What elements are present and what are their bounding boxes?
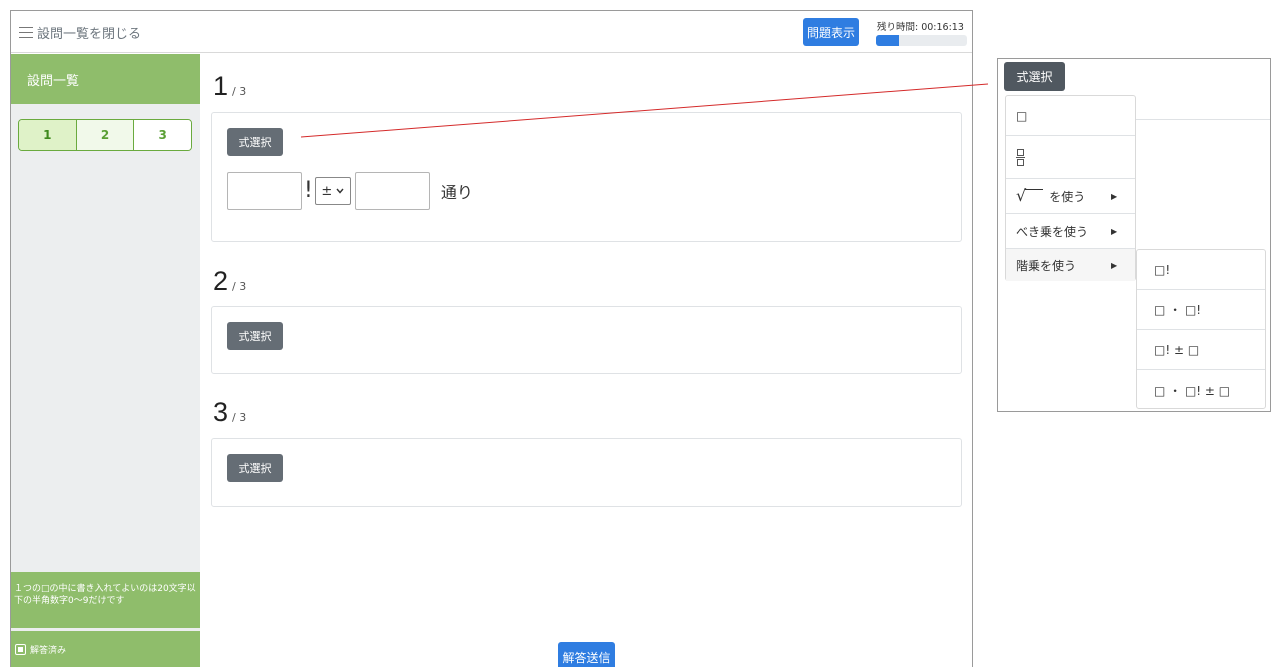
question-list-sidebar: 設問一覧 1 2 3 １つの□の中に書き入れてよいのは20文字以下の半角数字0～…: [11, 54, 200, 667]
form-select-button[interactable]: 式選択: [227, 322, 283, 350]
form-select-zoom-callout: 式選択 □ √ を使う ▶ べき乗を使う ▶ 階乗を使う ▶ □! □ ・ □!…: [997, 58, 1271, 412]
exam-window: 設問一覧を閉じる 問題表示 残り時間: 00:16:13 設問一覧 1 2 3 …: [10, 10, 973, 667]
menu-item-box[interactable]: □: [1006, 96, 1135, 136]
operator-select-value: ±: [321, 183, 333, 199]
menu-item-fraction[interactable]: [1006, 136, 1135, 179]
question-nav-3[interactable]: 3: [134, 120, 191, 150]
caret-right-icon: ▶: [1111, 260, 1118, 270]
factorial-submenu: □! □ ・ □! □! ± □ □ ・ □! ± □: [1136, 249, 1266, 409]
caret-right-icon: ▶: [1111, 191, 1118, 201]
answer-input-2[interactable]: [354, 172, 430, 210]
question-total: / 3: [232, 85, 247, 98]
question-nav: 1 2 3: [18, 119, 192, 151]
chevron-down-icon: [336, 188, 344, 194]
time-progress-fill: [876, 35, 899, 46]
answer-input-1[interactable]: [227, 172, 302, 210]
menu-item-factorial-label: 階乗を使う: [1016, 258, 1077, 273]
question-3-card: 式選択: [211, 438, 962, 507]
operator-select[interactable]: ±: [314, 177, 351, 205]
close-question-list-button[interactable]: 設問一覧を閉じる: [19, 23, 141, 42]
submenu-item-factorial-plusminus[interactable]: □! ± □: [1137, 330, 1265, 370]
question-nav-1[interactable]: 1: [19, 120, 77, 150]
time-remaining-label: 残り時間: 00:16:13: [877, 22, 964, 33]
question-total: / 3: [232, 411, 247, 424]
callout-divider: [1135, 119, 1270, 120]
form-select-button-zoomed[interactable]: 式選択: [1004, 62, 1065, 91]
menu-item-power[interactable]: べき乗を使う ▶: [1006, 214, 1135, 249]
question-2-title: 2 / 3: [213, 266, 246, 297]
form-select-button[interactable]: 式選択: [227, 454, 283, 482]
time-progress-bar: [876, 35, 967, 46]
question-1-card: 式選択 ! ± 通り: [211, 112, 962, 242]
input-rule-note: １つの□の中に書き入れてよいのは20文字以下の半角数字0～9だけです: [11, 572, 200, 628]
menu-item-sqrt-label: を使う: [1049, 189, 1086, 204]
factorial-mark: !: [304, 178, 313, 203]
answered-legend-label: 解答済み: [30, 646, 67, 656]
sidebar-title: 設問一覧: [11, 54, 200, 104]
sqrt-icon: √: [1016, 188, 1044, 204]
top-bar: 設問一覧を閉じる 問題表示 残り時間: 00:16:13: [11, 11, 972, 53]
question-number: 1: [213, 71, 229, 101]
menu-item-factorial[interactable]: 階乗を使う ▶: [1006, 249, 1135, 281]
menu-item-power-label: べき乗を使う: [1016, 224, 1089, 239]
show-question-button[interactable]: 問題表示: [803, 18, 859, 46]
question-number: 3: [213, 397, 229, 427]
submenu-item-factorial[interactable]: □!: [1137, 250, 1265, 290]
fraction-icon: [1016, 148, 1025, 166]
form-select-button[interactable]: 式選択: [227, 128, 283, 156]
caret-right-icon: ▶: [1111, 226, 1118, 236]
unit-text: 通り: [440, 183, 473, 202]
submenu-item-product-factorial-plusminus[interactable]: □ ・ □! ± □: [1137, 370, 1265, 410]
answered-checkbox-icon: [15, 644, 26, 655]
submit-answers-button[interactable]: 解答送信: [558, 642, 615, 667]
menu-item-sqrt[interactable]: √ を使う ▶: [1006, 179, 1135, 214]
submenu-item-product-factorial[interactable]: □ ・ □!: [1137, 290, 1265, 330]
close-question-list-label: 設問一覧を閉じる: [37, 27, 142, 42]
answer-row: ! ± 通り: [227, 172, 473, 210]
answered-legend: 解答済み: [11, 631, 200, 667]
hamburger-icon: [19, 27, 33, 38]
question-number: 2: [213, 266, 229, 296]
question-3-title: 3 / 3: [213, 397, 246, 428]
question-total: / 3: [232, 280, 247, 293]
question-2-card: 式選択: [211, 306, 962, 374]
form-select-menu: □ √ を使う ▶ べき乗を使う ▶ 階乗を使う ▶: [1005, 95, 1136, 281]
question-1-title: 1 / 3: [213, 71, 246, 102]
menu-item-box-label: □: [1016, 108, 1028, 123]
question-nav-2[interactable]: 2: [76, 120, 135, 150]
